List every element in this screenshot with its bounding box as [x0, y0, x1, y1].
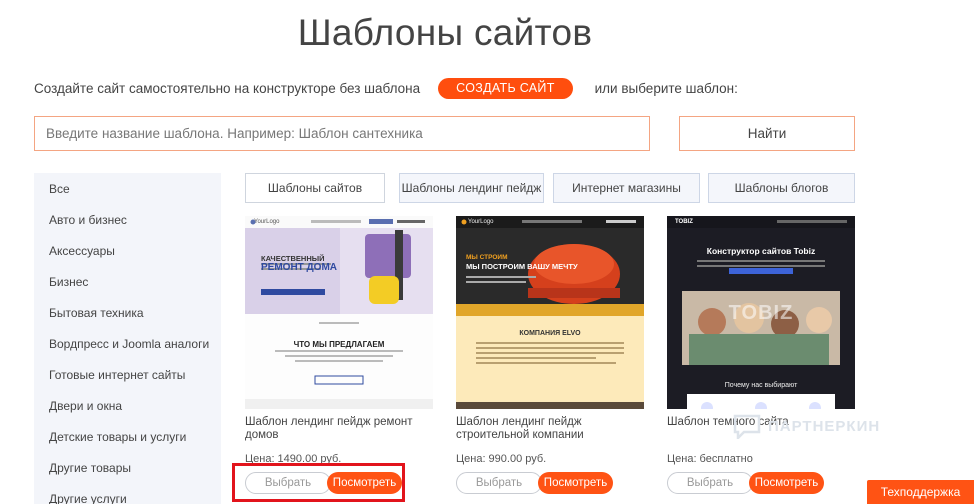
- sidebar-item-all[interactable]: Все: [34, 173, 221, 204]
- tab-site-templates[interactable]: Шаблоны сайтов: [245, 173, 385, 203]
- preview-logo: YourLogo: [254, 219, 280, 225]
- sidebar-item-business[interactable]: Бизнес: [34, 266, 221, 297]
- intro-text: Создайте сайт самостоятельно на конструк…: [34, 80, 421, 96]
- template-card: YourLogo МЫ СТРОИМ МЫ ПОСТРОИМ ВАШУ МЕЧТ…: [456, 216, 644, 494]
- create-site-button[interactable]: СОЗДАТЬ САЙТ: [438, 77, 573, 99]
- view-button[interactable]: Посмотреть: [749, 472, 824, 494]
- chat-bubble-icon: [733, 414, 761, 439]
- template-card: YourLogo КАЧЕСТВЕННЫЙ РЕМОНТ ДОМА ЧТО МЫ…: [245, 216, 433, 494]
- template-preview[interactable]: YourLogo МЫ СТРОИМ МЫ ПОСТРОИМ ВАШУ МЕЧТ…: [456, 216, 644, 409]
- watermark: ПАРТНЕРКИН: [732, 413, 880, 439]
- sidebar-item-kids[interactable]: Детские товары и услуги: [34, 421, 221, 452]
- preview-headline-big: МЫ ПОСТРОИМ ВАШУ МЕЧТУ: [466, 262, 578, 271]
- preview-section-title: КОМПАНИЯ ELVO: [519, 330, 581, 337]
- choose-button[interactable]: Выбрать: [667, 472, 753, 494]
- template-title[interactable]: Шаблон лендинг пейдж ремонт домов: [245, 416, 433, 446]
- sidebar-item-other-services[interactable]: Другие услуги: [34, 483, 221, 504]
- tab-online-shops[interactable]: Интернет магазины: [553, 173, 700, 203]
- preview-section-title: Почему нас выбирают: [724, 382, 798, 389]
- template-preview[interactable]: TOBIZ Конструктор сайтов Tobiz TOBIZ Поч…: [667, 216, 855, 409]
- highlight-frame: [232, 463, 405, 502]
- sidebar-item-accessories[interactable]: Аксессуары: [34, 235, 221, 266]
- preview-overlay-text: TOBIZ: [728, 302, 794, 324]
- intro-row: Создайте сайт самостоятельно на конструк…: [34, 77, 738, 99]
- support-button[interactable]: Техподдержка: [867, 480, 974, 504]
- tab-blog-templates[interactable]: Шаблоны блогов: [708, 173, 855, 203]
- choose-button[interactable]: Выбрать: [456, 472, 542, 494]
- preview-logo: YourLogo: [468, 219, 494, 225]
- sidebar-item-doors-windows[interactable]: Двери и окна: [34, 390, 221, 421]
- watermark-text: ПАРТНЕРКИН: [768, 417, 881, 435]
- sidebar-item-wordpress-joomla[interactable]: Вордпресс и Joomla аналоги: [34, 328, 221, 359]
- preview-logo: TOBIZ: [675, 219, 693, 225]
- preview-headline-big: Конструктор сайтов Tobiz: [706, 246, 816, 256]
- preview-headline-big: РЕМОНТ ДОМА: [261, 262, 338, 273]
- page-title: Шаблоны сайтов: [297, 12, 593, 53]
- category-sidebar: Все Авто и бизнес Аксессуары Бизнес Быто…: [34, 173, 221, 504]
- template-search-input[interactable]: [34, 116, 650, 151]
- sidebar-item-ready-sites[interactable]: Готовые интернет сайты: [34, 359, 221, 390]
- construction-preview-image: [456, 216, 644, 409]
- or-choose-text: или выберите шаблон:: [594, 80, 738, 96]
- template-title[interactable]: Шаблон лендинг пейдж строительной компан…: [456, 416, 644, 446]
- sidebar-item-auto-business[interactable]: Авто и бизнес: [34, 204, 221, 235]
- template-preview[interactable]: YourLogo КАЧЕСТВЕННЫЙ РЕМОНТ ДОМА ЧТО МЫ…: [245, 216, 433, 409]
- search-button[interactable]: Найти: [679, 116, 855, 151]
- preview-headline-small: МЫ СТРОИМ: [466, 254, 508, 261]
- tab-landing-templates[interactable]: Шаблоны лендинг пейдж: [399, 173, 544, 203]
- template-card: TOBIZ Конструктор сайтов Tobiz TOBIZ Поч…: [667, 216, 855, 494]
- sidebar-item-appliances[interactable]: Бытовая техника: [34, 297, 221, 328]
- template-price: Цена: бесплатно: [667, 453, 753, 465]
- template-price: Цена: 990.00 руб.: [456, 453, 547, 465]
- renovation-preview-image: [245, 216, 433, 409]
- view-button[interactable]: Посмотреть: [538, 472, 613, 494]
- preview-section-title: ЧТО МЫ ПРЕДЛАГАЕМ: [293, 340, 385, 349]
- sidebar-item-other-goods[interactable]: Другие товары: [34, 452, 221, 483]
